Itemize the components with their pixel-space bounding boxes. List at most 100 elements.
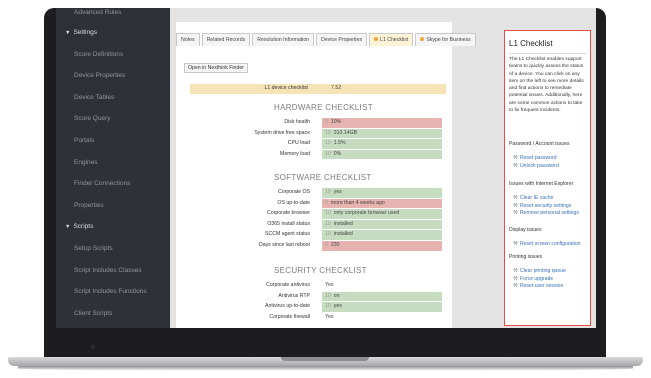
tab[interactable]: L1 Checklist bbox=[369, 33, 414, 46]
sidebar-item[interactable]: Portals bbox=[56, 130, 170, 152]
caret-down-icon: ▼ bbox=[65, 224, 71, 231]
checklist-row[interactable]: CPU load 10 1.5% bbox=[196, 139, 442, 149]
checklist-value: Yes bbox=[322, 313, 442, 323]
sidebar-item-label: Properties bbox=[74, 201, 104, 209]
checklist-value-text: 310.14GB bbox=[333, 129, 358, 136]
sidebar-item-label: Script Includes Functions bbox=[74, 288, 147, 296]
checklist-row[interactable]: Corporate browser 10 only corporate browse… bbox=[196, 209, 442, 219]
l1-action-label: Reset screen configuration bbox=[520, 241, 581, 247]
sidebar-item[interactable]: Finder Connections bbox=[56, 173, 170, 195]
l1-action-link[interactable]: ⚒ Clear IE cache bbox=[513, 195, 553, 201]
sidebar-item-label: Scripts bbox=[73, 223, 94, 231]
checklist-value: 0 more than 4 weeks ago bbox=[322, 198, 442, 209]
checklist-row[interactable]: Antivirus RTP 10 on bbox=[196, 291, 442, 302]
checklist-value: 10 installed bbox=[322, 219, 442, 230]
wrench-icon: ⚒ bbox=[513, 202, 518, 209]
tab-label: Device Properties bbox=[321, 37, 363, 43]
checklist-label: Corporate antivirus bbox=[266, 282, 310, 288]
sidebar-item-label: Client Scripts bbox=[74, 309, 113, 317]
sidebar-item[interactable]: Score Query bbox=[56, 108, 170, 130]
l1-action-link[interactable]: ⚒ Clear printing queue bbox=[513, 268, 566, 274]
sidebar-item[interactable]: Advanced Rules bbox=[56, 8, 170, 22]
checklist-score: 10 bbox=[325, 220, 331, 227]
sidebar-item-label: Engines bbox=[74, 158, 98, 166]
checklist-value: 10 on bbox=[322, 291, 442, 302]
l1-action-link[interactable]: ⚒ Unlock password bbox=[513, 163, 559, 169]
wrench-icon: ⚒ bbox=[513, 162, 518, 169]
checklist-value: 0 10% bbox=[322, 118, 442, 128]
checklist-value-text: 0% bbox=[333, 150, 342, 157]
wrench-icon: ⚒ bbox=[513, 195, 518, 201]
sidebar-item[interactable]: Engines bbox=[56, 152, 170, 174]
checklist-label: Corporate browser bbox=[267, 210, 310, 217]
sidebar-item[interactable]: Client Scripts bbox=[56, 303, 170, 325]
checklist-row[interactable]: Disk health 0 10% bbox=[196, 118, 442, 128]
wrench-icon: ⚒ bbox=[513, 155, 518, 161]
sidebar-item[interactable]: Script Includes Functions bbox=[56, 281, 170, 303]
checklist-label: Days since last reboot bbox=[258, 242, 310, 248]
checklist-value-text: installed bbox=[333, 220, 353, 227]
checklist-label: Disk health bbox=[284, 119, 310, 125]
sidebar-item[interactable]: Setup Scripts bbox=[56, 238, 170, 260]
sidebar-item-label: Portals bbox=[74, 136, 95, 144]
checklist-row[interactable]: System drive free space 10 310.14GB bbox=[196, 128, 442, 139]
sidebar-item[interactable]: UI Scripts bbox=[56, 324, 170, 328]
sidebar-item[interactable]: Score Definitions bbox=[56, 44, 170, 66]
tab[interactable]: Resolution Information bbox=[252, 33, 315, 46]
checklist-label: OS up-to-date bbox=[277, 199, 310, 206]
checklist-row[interactable]: Corporate firewall Yes bbox=[196, 313, 442, 323]
sidebar-item[interactable]: Device Properties bbox=[56, 65, 170, 87]
checklist-value-text: more than 4 weeks ago bbox=[330, 199, 385, 206]
l1-panel-title: L1 Checklist bbox=[509, 39, 553, 48]
checklist-score: 10 bbox=[325, 129, 331, 136]
l1-action-link[interactable]: ⚒ Remove personal settings bbox=[513, 210, 579, 216]
tab[interactable]: Related Records bbox=[201, 33, 251, 46]
l1-group-title: Display issues bbox=[509, 227, 542, 233]
tab[interactable]: Notes bbox=[176, 33, 200, 46]
checklist-label: System drive free space bbox=[254, 129, 310, 136]
checklist-score: 10 bbox=[325, 189, 331, 195]
checklist-row[interactable]: OS up-to-date 0 more than 4 weeks ago bbox=[196, 198, 442, 209]
checklist-value-text: 10% bbox=[330, 119, 342, 125]
checklist-value-text: only corporate browser used bbox=[333, 210, 400, 217]
wrench-icon: ⚒ bbox=[513, 275, 518, 282]
l1-group-title: Password / Account issues bbox=[509, 141, 570, 147]
checklist-value-text: Yes bbox=[325, 313, 334, 320]
checklist-label: Antivirus RTP bbox=[278, 292, 310, 299]
checklist-score: 10 bbox=[325, 231, 331, 238]
l1-action-label: Clear IE cache bbox=[520, 195, 554, 201]
l1-action-link[interactable]: ⚒ Reset security settings bbox=[513, 203, 571, 209]
wrench-icon: ⚒ bbox=[513, 241, 518, 247]
sidebar-item[interactable]: Properties bbox=[56, 195, 170, 217]
laptop-mockup: Advanced Rules ▼ Settings Score Definitions… bbox=[0, 0, 651, 378]
open-in-finder-button[interactable]: Open in Nexthink Finder bbox=[184, 63, 248, 73]
checklist-value: 10 310.14GB bbox=[322, 128, 442, 139]
l1-action-link[interactable]: ⚒ Reset user session bbox=[513, 283, 563, 289]
sidebar-item[interactable]: Script Includes Classes bbox=[56, 260, 170, 282]
hardware-heading: HARDWARE CHECKLIST bbox=[274, 103, 373, 112]
l1-group-title: Printing issues bbox=[509, 254, 543, 260]
device-checklist-row[interactable]: L1 device checklist 7.52 bbox=[190, 84, 446, 94]
tab-bar: Notes Related Records Resolution Informati… bbox=[176, 33, 478, 46]
tab[interactable]: Device Properties bbox=[316, 33, 368, 46]
sidebar-item[interactable]: ▼ Scripts bbox=[56, 216, 170, 238]
sidebar-item[interactable]: ▼ Settings bbox=[56, 22, 170, 44]
checklist-row[interactable]: Antivirus up-to-date 10 yes bbox=[196, 302, 442, 312]
l1-action-link[interactable]: ⚒ Reset screen configuration bbox=[513, 241, 581, 247]
l1-action-link[interactable]: ⚒ Reset password bbox=[513, 155, 557, 161]
sidebar-item[interactable]: Device Tables bbox=[56, 87, 170, 109]
checklist-row[interactable]: Corporate antivirus Yes bbox=[196, 281, 442, 291]
checklist-row[interactable]: SCCM agent status 10 installed bbox=[196, 230, 442, 240]
checklist-row[interactable]: Memory load 10 0% bbox=[196, 149, 442, 160]
l1-group-title: Issues with Internet Explorer bbox=[509, 181, 574, 187]
checklist-row[interactable]: O365 install status 10 installed bbox=[196, 219, 442, 230]
l1-panel-divider bbox=[509, 53, 586, 54]
l1-action-link[interactable]: ⚒ Force upgrade bbox=[513, 276, 553, 282]
wrench-icon: ⚒ bbox=[513, 283, 518, 290]
software-heading: SOFTWARE CHECKLIST bbox=[274, 173, 372, 182]
tab[interactable]: Skype for Business bbox=[415, 33, 476, 46]
checklist-score: 10 bbox=[325, 210, 331, 217]
checklist-row[interactable]: Days since last reboot 0 230 bbox=[196, 241, 442, 251]
checklist-label: Memory load bbox=[280, 150, 310, 157]
checklist-row[interactable]: Corporate OS 10 yes bbox=[196, 188, 442, 198]
